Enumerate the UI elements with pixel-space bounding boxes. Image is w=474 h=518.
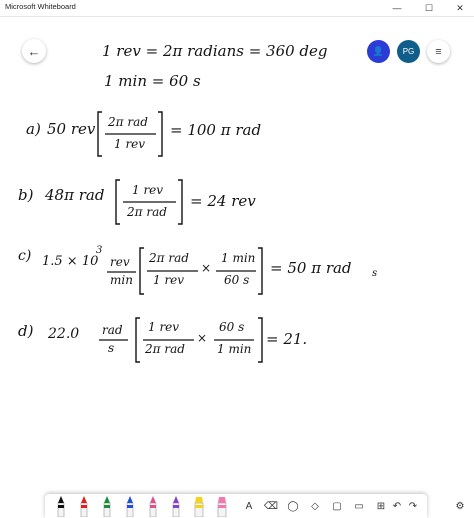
user-avatar[interactable]: PG xyxy=(397,40,420,63)
sticky-note-button[interactable]: ▢ xyxy=(327,494,347,518)
invite-button[interactable]: 👤 xyxy=(367,40,390,63)
maximize-button[interactable]: ☐ xyxy=(418,0,440,16)
undo-icon: ↶ xyxy=(392,500,402,512)
ink-c-result-unit: s xyxy=(372,268,378,279)
highlighter-yellow-icon xyxy=(194,497,204,517)
pen-pink-button[interactable] xyxy=(143,494,163,518)
ink-c-unit-num: rev xyxy=(110,255,130,269)
lasso-button[interactable]: ◯ xyxy=(283,494,303,518)
person-icon: 👤 xyxy=(372,46,385,56)
avatar-initials: PG xyxy=(402,47,415,56)
ink-b-den: 2π rad xyxy=(127,205,167,219)
highlighter-pink-button[interactable] xyxy=(212,494,232,518)
pen-red-button[interactable] xyxy=(74,494,94,518)
ink-c-times: × xyxy=(201,261,212,275)
window-title: Microsoft Whiteboard xyxy=(5,2,76,11)
ink-c-unit-den: min xyxy=(110,273,133,287)
ink-a-num: 2π rad xyxy=(108,115,148,129)
ink-a-den: 1 rev xyxy=(114,137,146,151)
minimize-icon: — xyxy=(392,3,402,13)
pen-black-icon xyxy=(57,496,65,517)
settings-button[interactable]: ⚙ xyxy=(450,494,470,518)
menu-button[interactable]: ≡ xyxy=(427,40,450,63)
ink-d-f2-den: 1 min xyxy=(217,342,252,356)
image-button[interactable]: ▭ xyxy=(349,494,369,518)
text-tool-button[interactable]: A xyxy=(239,494,259,518)
ink-d-f2-num: 60 s xyxy=(219,320,245,334)
ink-c-label: c) xyxy=(18,248,32,264)
menu-icon: ≡ xyxy=(435,45,442,58)
ink-c-f1-den: 1 rev xyxy=(153,273,185,287)
pen-blue-icon xyxy=(126,496,134,517)
pen-green-button[interactable] xyxy=(97,494,117,518)
redo-button[interactable]: ↷ xyxy=(403,494,423,518)
ink-c-value: 1.5 × 10 xyxy=(42,254,99,269)
add-icon: ⊞ xyxy=(376,500,386,512)
ink-d-result: = 21. xyxy=(266,330,308,348)
sticky-note-icon: ▢ xyxy=(332,500,342,512)
pen-black-button[interactable] xyxy=(51,494,71,518)
settings-icon: ⚙ xyxy=(455,500,465,512)
ink-a-value: 50 rev xyxy=(47,120,96,138)
ink-line-1: 1 rev = 2π radians = 360 deg xyxy=(102,42,328,60)
ink-d-f1-den: 2π rad xyxy=(145,342,185,356)
ink-a-result: = 100 π rad xyxy=(170,121,262,139)
ink-c-f2-den: 60 s xyxy=(224,273,250,287)
image-icon: ▭ xyxy=(354,500,364,512)
ink-d-times: × xyxy=(197,331,208,345)
maximize-icon: ☐ xyxy=(424,2,434,13)
eraser-button[interactable]: ⌫ xyxy=(261,494,281,518)
text-icon: A xyxy=(245,500,253,512)
ink-b-result: = 24 rev xyxy=(190,192,256,210)
minimize-button[interactable]: — xyxy=(386,0,408,16)
ink-d-value: 22.0 xyxy=(48,326,80,342)
close-button[interactable]: ✕ xyxy=(449,0,471,16)
ink-line-2: 1 min = 60 s xyxy=(104,72,201,90)
highlighter-yellow-button[interactable] xyxy=(189,494,209,518)
ink-a-label: a) xyxy=(26,120,41,138)
ink-d-unit-den: s xyxy=(108,341,115,355)
ruler-icon: ◇ xyxy=(311,500,319,512)
pen-red-icon xyxy=(80,496,88,517)
back-arrow-icon: ← xyxy=(27,43,41,59)
pen-blue-button[interactable] xyxy=(120,494,140,518)
ink-c-result: = 50 π rad xyxy=(270,259,352,277)
ink-c-f1-num: 2π rad xyxy=(149,251,189,265)
ink-b-value: 48π rad xyxy=(45,186,105,204)
ink-c-exp: 3 xyxy=(96,245,103,256)
pen-purple-button[interactable] xyxy=(166,494,186,518)
close-icon: ✕ xyxy=(456,2,464,13)
eraser-icon: ⌫ xyxy=(263,500,279,512)
ink-d-unit-num: rad xyxy=(102,323,123,337)
lasso-icon: ◯ xyxy=(287,500,299,512)
back-button[interactable]: ← xyxy=(22,39,46,63)
bottom-toolbar: A ⌫ ◯ ◇ ▢ ▭ ⊞ ↶ ↷ xyxy=(45,494,427,518)
ink-b-num: 1 rev xyxy=(132,183,164,197)
ink-c-f2-num: 1 min xyxy=(221,251,256,265)
pen-green-icon xyxy=(103,496,111,517)
redo-icon: ↷ xyxy=(408,500,418,512)
ruler-button[interactable]: ◇ xyxy=(305,494,325,518)
title-bar: Microsoft Whiteboard — ☐ ✕ xyxy=(0,0,474,17)
ink-d-label: d) xyxy=(18,322,34,340)
ink-b-label: b) xyxy=(18,186,34,204)
pen-purple-icon xyxy=(172,496,180,517)
highlighter-pink-icon xyxy=(217,497,227,517)
pen-pink-icon xyxy=(149,496,157,517)
ink-d-f1-num: 1 rev xyxy=(148,320,180,334)
